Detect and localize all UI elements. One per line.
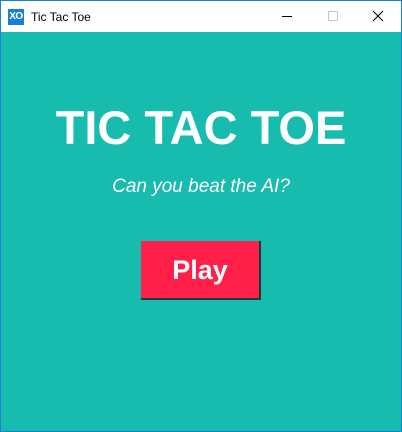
play-button[interactable]: Play [141,241,261,300]
window-title: Tic Tac Toe [31,10,91,24]
title-bar[interactable]: XO Tic Tac Toe [1,1,401,32]
close-icon [372,10,384,22]
maximize-icon [328,11,338,21]
app-window: XO Tic Tac Toe TIC TAC TOE Can you beat … [0,0,402,432]
game-subtitle: Can you beat the AI? [112,176,290,197]
app-icon: XO [8,9,24,25]
close-button[interactable] [355,1,401,32]
minimize-button[interactable] [264,1,310,32]
maximize-button[interactable] [310,1,356,32]
minimize-icon [282,16,292,17]
main-content: TIC TAC TOE Can you beat the AI? Play [1,32,401,431]
game-title: TIC TAC TOE [55,101,347,154]
